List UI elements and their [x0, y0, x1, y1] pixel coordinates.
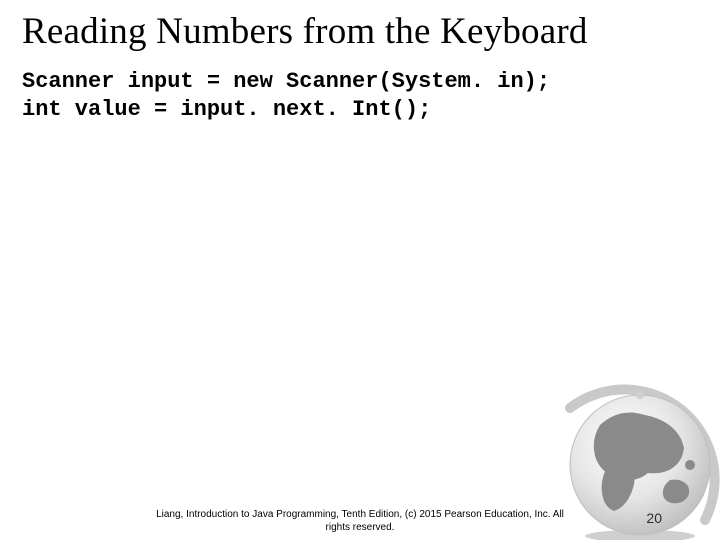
- slide: Reading Numbers from the Keyboard Scanne…: [0, 0, 720, 540]
- code-line-1: Scanner input = new Scanner(System. in);: [22, 69, 550, 94]
- slide-title: Reading Numbers from the Keyboard: [22, 10, 698, 53]
- page-number: 20: [646, 510, 662, 526]
- code-block: Scanner input = new Scanner(System. in);…: [22, 68, 698, 124]
- copyright-footer: Liang, Introduction to Java Programming,…: [0, 509, 720, 534]
- footer-line-2: rights reserved.: [326, 522, 395, 533]
- code-line-2: int value = input. next. Int();: [22, 97, 431, 122]
- footer-line-1: Liang, Introduction to Java Programming,…: [156, 509, 564, 520]
